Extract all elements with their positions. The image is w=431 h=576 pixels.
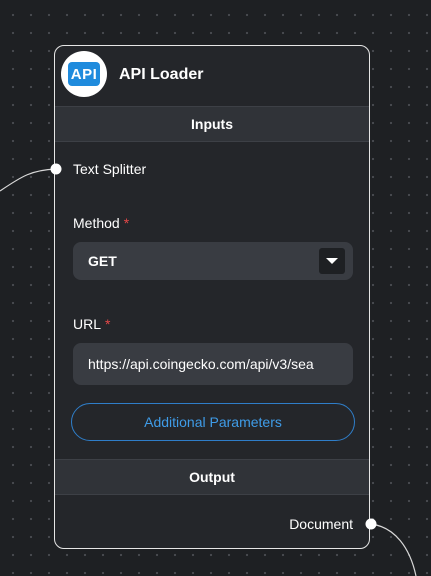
chevron-down-icon[interactable] — [319, 248, 345, 274]
api-logo-icon: API — [61, 51, 107, 97]
method-required-mark: * — [123, 215, 130, 231]
api-loader-node[interactable]: API API Loader Inputs Text Splitter Meth… — [54, 45, 370, 549]
method-select[interactable]: GET — [73, 242, 353, 280]
method-label: Method * — [73, 215, 129, 231]
output-section-header: Output — [55, 459, 369, 495]
inputs-section-header: Inputs — [55, 106, 369, 142]
api-logo-text: API — [68, 62, 100, 86]
url-label: URL * — [73, 316, 110, 332]
method-label-text: Method — [73, 215, 120, 231]
additional-parameters-button[interactable]: Additional Parameters — [71, 403, 355, 441]
url-input[interactable]: https://api.coingecko.com/api/v3/sea — [73, 343, 353, 385]
document-output-label: Document — [289, 516, 353, 532]
node-title: API Loader — [119, 66, 204, 83]
url-input-value: https://api.coingecko.com/api/v3/sea — [88, 356, 314, 372]
url-label-text: URL — [73, 316, 102, 332]
output-edge[interactable] — [370, 523, 417, 576]
text-splitter-input-label: Text Splitter — [73, 161, 147, 177]
method-select-value: GET — [88, 253, 117, 269]
url-required-mark: * — [105, 316, 111, 332]
input-edge[interactable] — [0, 168, 57, 192]
node-header[interactable]: API API Loader — [55, 46, 369, 106]
